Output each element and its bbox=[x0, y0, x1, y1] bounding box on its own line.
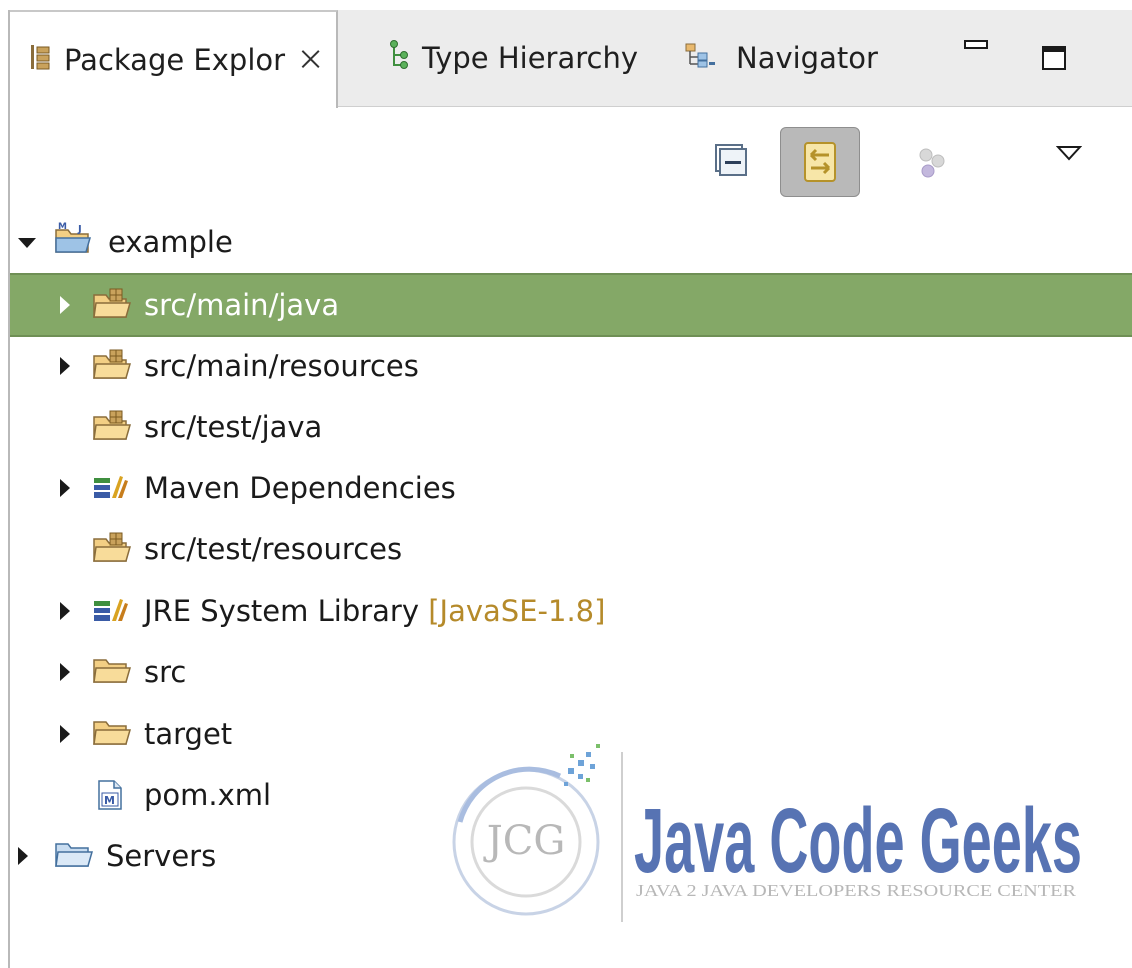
maximize-button[interactable] bbox=[1040, 44, 1070, 78]
tree-item-jre-system-library[interactable]: JRE System Library [JavaSE-1.8] bbox=[10, 581, 1132, 641]
brand-title: Java Code Geeks bbox=[634, 790, 1082, 892]
expand-toggle-icon[interactable] bbox=[60, 602, 70, 620]
minimize-icon bbox=[964, 40, 988, 49]
view-tab-bar: Package Explor ⨉ Type Hierarchy Navigato… bbox=[10, 10, 1132, 108]
focus-on-task-icon bbox=[919, 148, 945, 178]
expand-toggle-icon[interactable] bbox=[60, 725, 70, 743]
tree-item-label: src/test/resources bbox=[144, 532, 403, 566]
tree-item-label: src/main/resources bbox=[144, 349, 419, 383]
collapse-all-icon bbox=[715, 144, 747, 176]
link-with-editor-icon bbox=[804, 142, 836, 182]
tree-item-label: src bbox=[144, 655, 187, 689]
expand-toggle-icon[interactable] bbox=[18, 847, 28, 865]
expand-toggle-icon[interactable] bbox=[18, 238, 36, 248]
tab-label: Type Hierarchy bbox=[422, 41, 638, 75]
source-folder-icon bbox=[92, 348, 132, 389]
tree-item-label: Servers bbox=[106, 839, 217, 873]
focus-active-task-button[interactable] bbox=[914, 145, 950, 185]
maven-project-icon: M J bbox=[54, 220, 94, 263]
jre-version-decoration: [JavaSE-1.8] bbox=[428, 594, 606, 628]
brand-tagline: JAVA 2 JAVA DEVELOPERS RESOURCE CENTER bbox=[636, 881, 1077, 900]
tab-label: Package Explor bbox=[64, 43, 286, 77]
maven-file-icon: M bbox=[96, 779, 124, 818]
expand-toggle-icon[interactable] bbox=[60, 479, 70, 497]
jcg-logo-text: JCG bbox=[483, 818, 566, 864]
tree-item-maven-dependencies[interactable]: Maven Dependencies bbox=[10, 458, 1132, 518]
tree-item-src[interactable]: src bbox=[10, 642, 1132, 702]
tab-package-explorer[interactable]: Package Explor ⨉ bbox=[10, 10, 339, 108]
tree-item-example[interactable]: M J example bbox=[10, 212, 1132, 272]
tree-item-label: example bbox=[108, 225, 233, 259]
tree-item-label: Maven Dependencies bbox=[144, 471, 456, 505]
source-folder-icon bbox=[92, 287, 132, 328]
source-folder-icon bbox=[92, 531, 132, 572]
tree-item-src-main-java[interactable]: src/main/java bbox=[10, 273, 1132, 337]
folder-icon bbox=[92, 718, 132, 755]
collapse-all-button[interactable] bbox=[714, 143, 748, 181]
java-code-geeks-watermark: JCG Java Code Geeks JAVA 2 JAVA DEVELOPE… bbox=[440, 742, 1100, 932]
tree-item-src-main-resources[interactable]: src/main/resources bbox=[10, 336, 1132, 396]
navigator-icon bbox=[684, 41, 724, 75]
tab-label: Navigator bbox=[736, 41, 878, 75]
library-icon bbox=[92, 595, 132, 632]
library-icon bbox=[92, 472, 132, 509]
chevron-down-icon bbox=[1055, 146, 1083, 161]
servers-folder-icon bbox=[54, 840, 94, 877]
tree-item-src-test-java[interactable]: src/test/java bbox=[10, 397, 1132, 457]
expand-toggle-icon[interactable] bbox=[60, 296, 70, 314]
folder-icon bbox=[92, 656, 132, 693]
type-hierarchy-icon bbox=[388, 39, 410, 77]
maximize-icon bbox=[1042, 46, 1066, 70]
package-explorer-icon bbox=[30, 43, 52, 77]
tree-item-label: target bbox=[144, 717, 233, 751]
link-with-editor-button[interactable] bbox=[780, 127, 860, 197]
svg-text:M: M bbox=[104, 794, 115, 807]
expand-toggle-icon[interactable] bbox=[60, 663, 70, 681]
tree-item-label: JRE System Library bbox=[144, 594, 420, 628]
tab-type-hierarchy[interactable]: Type Hierarchy bbox=[388, 10, 638, 106]
view-menu-button[interactable] bbox=[1055, 145, 1083, 165]
tab-navigator[interactable]: Navigator bbox=[684, 10, 878, 106]
close-icon[interactable]: ⨉ bbox=[301, 46, 320, 74]
minimize-button[interactable] bbox=[962, 36, 990, 60]
tree-item-src-test-resources[interactable]: src/test/resources bbox=[10, 519, 1132, 579]
tree-item-label: src/main/java bbox=[144, 288, 340, 322]
view-toolbar bbox=[10, 107, 1132, 207]
svg-text:J: J bbox=[77, 224, 82, 235]
tree-item-label: pom.xml bbox=[144, 778, 272, 812]
source-folder-icon bbox=[92, 409, 132, 450]
jcg-logo: JCG Java Code Geeks JAVA 2 JAVA DEVELOPE… bbox=[452, 744, 1082, 922]
svg-text:M: M bbox=[58, 222, 67, 232]
tree-item-label-group: JRE System Library [JavaSE-1.8] bbox=[144, 594, 605, 628]
expand-toggle-icon[interactable] bbox=[60, 357, 70, 375]
tree-item-label: src/test/java bbox=[144, 410, 323, 444]
